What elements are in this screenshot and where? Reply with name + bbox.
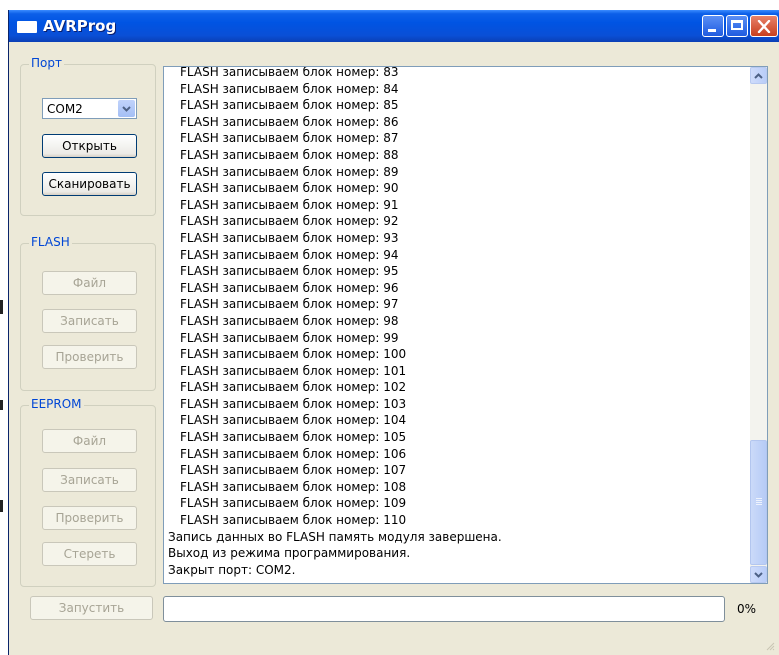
log-line: Запись данных во FLASH память модуля зав… [168,529,502,544]
log-lines: FLASH записываем блок номер: 83 FLASH зап… [168,66,748,578]
log-line: FLASH записываем блок номер: 101 [180,363,407,378]
scan-ports-button[interactable]: Сканировать [42,172,137,196]
flash-verify-button[interactable]: Проверить [42,345,137,369]
port-group-title: Порт [29,56,64,70]
log-line: FLASH записываем блок номер: 89 [180,164,399,179]
close-button[interactable] [750,15,778,37]
log-line: FLASH записываем блок номер: 107 [180,463,407,478]
flash-group-title: FLASH [29,235,72,249]
close-icon [757,20,771,33]
log-line: FLASH записываем блок номер: 104 [180,413,407,428]
resize-grip-icon[interactable] [765,641,775,651]
log-line: FLASH записываем блок номер: 109 [180,496,407,511]
eeprom-erase-button[interactable]: Стереть [42,542,137,566]
scroll-up-button[interactable] [750,67,767,84]
flash-file-button[interactable]: Файл [42,271,137,295]
log-line: FLASH записываем блок номер: 108 [180,479,407,494]
log-line: FLASH записываем блок номер: 97 [180,297,399,312]
run-button[interactable]: Запустить [30,596,153,620]
eeprom-verify-button[interactable]: Проверить [42,506,137,530]
log-line: FLASH записываем блок номер: 90 [180,181,399,196]
log-line: FLASH записываем блок номер: 96 [180,280,399,295]
app-icon [17,21,37,33]
log-line: FLASH записываем блок номер: 84 [180,81,399,96]
eeprom-group-title: EEPROM [29,397,84,411]
log-line: FLASH записываем блок номер: 98 [180,313,399,328]
open-port-button[interactable]: Открыть [42,134,137,158]
log-line: FLASH записываем блок номер: 102 [180,380,407,395]
progress-percent: 0% [737,602,757,616]
log-line: Выход из режима программирования. [168,546,411,561]
log-line: FLASH записываем блок номер: 86 [180,114,399,129]
log-output[interactable]: FLASH записываем блок номер: 83 FLASH зап… [163,66,768,584]
title-bar[interactable]: AVRProg [9,10,779,42]
log-line: FLASH записываем блок номер: 106 [180,446,407,461]
log-line: FLASH записываем блок номер: 92 [180,214,399,229]
com-port-value: COM2 [47,102,83,116]
log-line: Закрыт порт: COM2. [168,562,296,577]
chevron-down-icon [754,572,763,578]
log-line: FLASH записываем блок номер: 103 [180,396,407,411]
scroll-thumb[interactable] [750,440,767,565]
eeprom-file-button[interactable]: Файл [42,429,137,453]
log-scrollbar[interactable] [750,67,767,583]
log-line: FLASH записываем блок номер: 93 [180,230,399,245]
flash-write-button[interactable]: Записать [42,309,137,333]
log-line: FLASH записываем блок номер: 95 [180,264,399,279]
window-edge-mark [0,500,3,512]
minimize-button[interactable] [702,15,724,37]
scroll-down-button[interactable] [750,566,767,583]
log-line: FLASH записываем блок номер: 94 [180,247,399,262]
log-line: FLASH записываем блок номер: 105 [180,430,407,445]
maximize-button[interactable] [726,15,748,37]
log-line: FLASH записываем блок номер: 99 [180,330,399,345]
log-line: FLASH записываем блок номер: 88 [180,147,399,162]
log-line: FLASH записываем блок номер: 87 [180,131,399,146]
log-line: FLASH записываем блок номер: 83 [180,66,399,79]
dropdown-button[interactable] [118,100,135,117]
log-line: FLASH записываем блок номер: 100 [180,347,407,362]
eeprom-write-button[interactable]: Записать [42,468,137,492]
window-edge-mark [0,300,3,314]
window-title: AVRProg [43,17,117,35]
com-port-select[interactable]: COM2 [42,98,137,119]
chevron-up-icon [754,73,763,79]
log-line: FLASH записываем блок номер: 110 [180,513,407,528]
log-line: FLASH записываем блок номер: 91 [180,197,399,212]
log-line: FLASH записываем блок номер: 85 [180,98,399,113]
window-edge-mark [0,400,3,410]
chevron-down-icon [122,106,131,112]
progress-bar [163,596,725,622]
